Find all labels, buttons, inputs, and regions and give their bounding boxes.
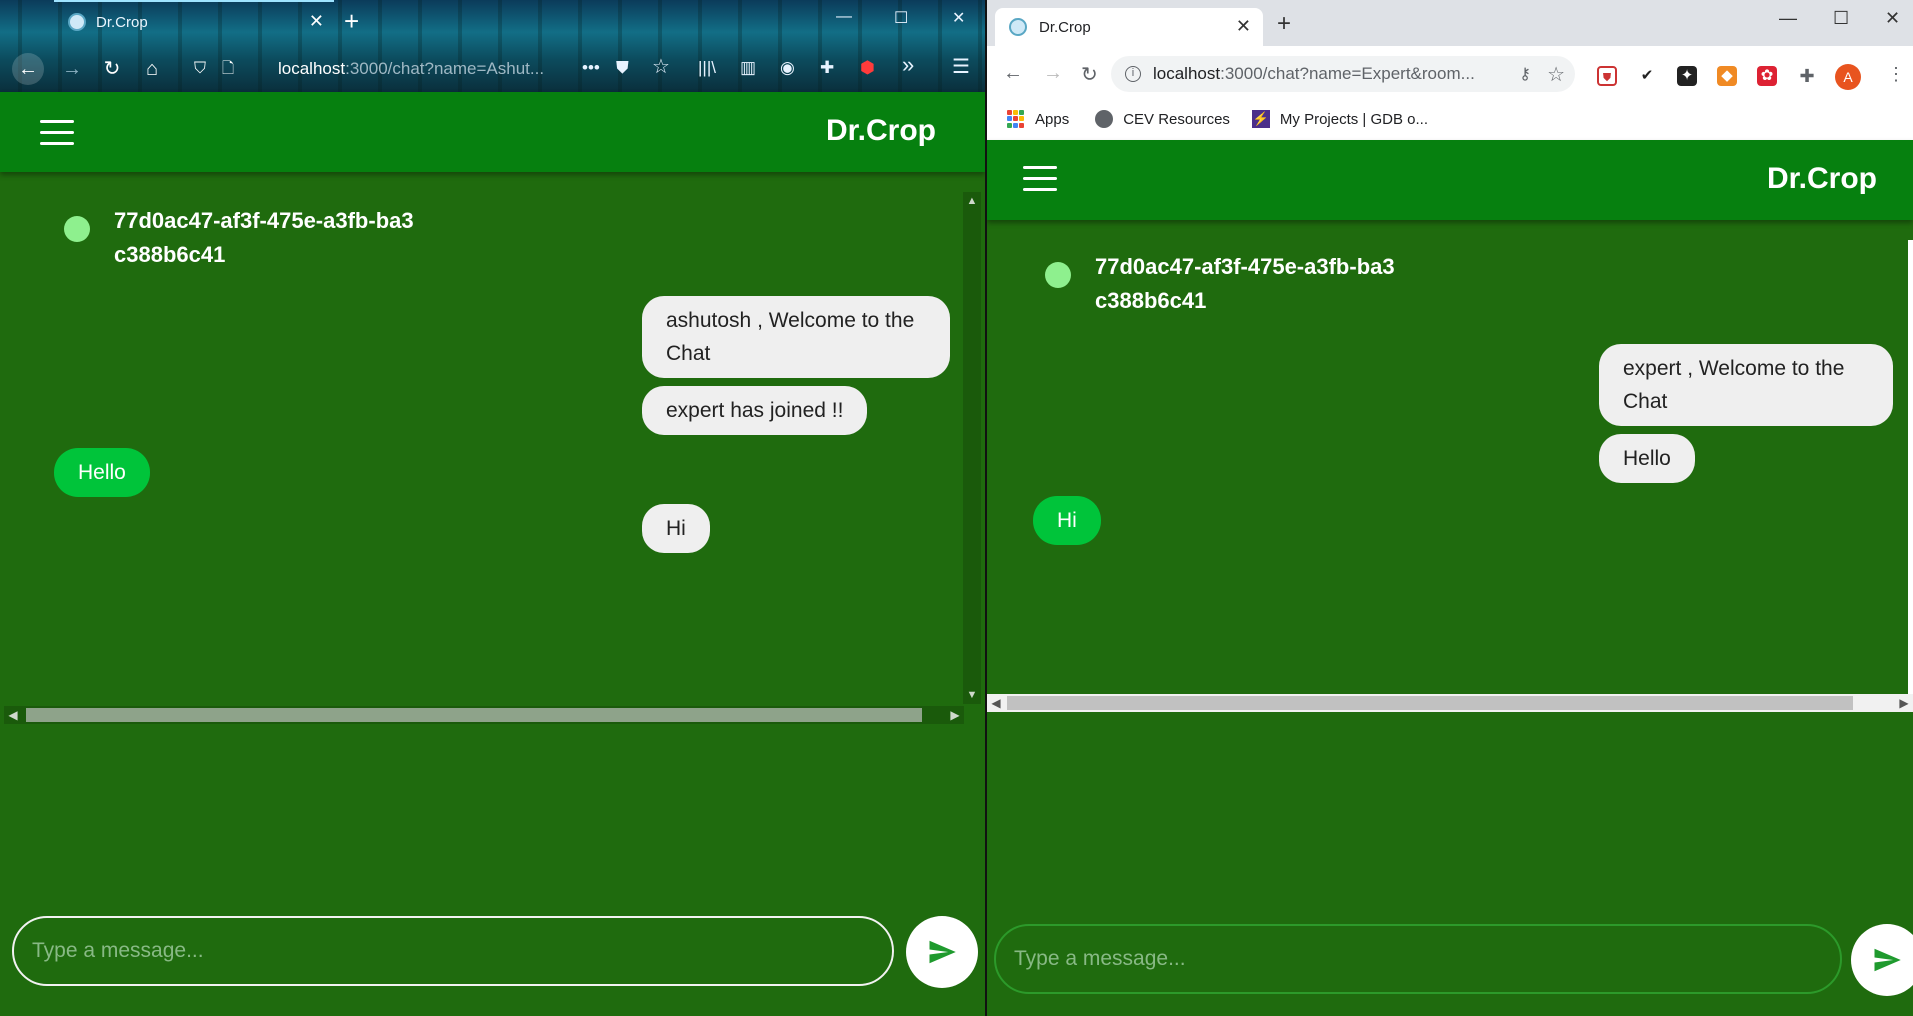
bookmark-apps[interactable]: Apps [1007, 110, 1069, 128]
forward-icon[interactable]: → [1043, 62, 1063, 85]
browser-tab[interactable]: Dr.Crop ✕ [54, 0, 334, 42]
extensions-puzzle-icon[interactable]: ✚ [1797, 66, 1817, 86]
key-icon[interactable]: ⚷ [1519, 64, 1531, 84]
favicon-icon [68, 13, 86, 31]
scroll-left-icon[interactable]: ◀ [987, 694, 1005, 712]
horizontal-scrollbar[interactable]: ◀ ▶ [4, 706, 964, 724]
scroll-up-icon[interactable]: ▲ [963, 192, 981, 210]
overflow-menu-icon[interactable]: » [902, 52, 914, 78]
address-bar[interactable]: i localhost:3000/chat?name=Expert&room..… [1111, 56, 1575, 92]
browser-tab[interactable]: Dr.Crop ✕ [995, 8, 1263, 46]
menu-icon[interactable] [40, 120, 74, 146]
pocket-icon[interactable]: ⛊ [616, 58, 629, 78]
scroll-left-icon[interactable]: ◀ [4, 706, 22, 724]
site-info-icon[interactable]: i [1125, 66, 1141, 82]
message-bubble-sent: Hi [642, 504, 710, 553]
navigation-bar: ← → ↻ i localhost:3000/chat?name=Expert&… [987, 54, 1913, 98]
shield-icon[interactable]: ⛉ [184, 53, 216, 85]
chrome-window: Dr.Crop ✕ + — ☐ ✕ ← → ↻ i localhost:3000… [987, 0, 1913, 1016]
new-tab-button[interactable]: + [1277, 10, 1291, 38]
gdb-icon: ⚡ [1251, 110, 1270, 128]
close-window-icon[interactable]: ✕ [1885, 8, 1900, 29]
tab-title: Dr.Crop [96, 13, 148, 31]
tab-strip: Dr.Crop ✕ + — ☐ ✕ [987, 0, 1913, 46]
minimize-icon[interactable]: — [836, 8, 852, 26]
tab-title: Dr.Crop [1039, 18, 1091, 36]
brand-title: Dr.Crop [826, 114, 937, 147]
send-button[interactable] [906, 916, 978, 988]
room-id: 77d0ac47-af3f-475e-a3fb-ba3c388b6c41 [114, 208, 414, 267]
page-actions-icon[interactable]: ••• [582, 58, 600, 78]
sidebar-icon[interactable]: ▥ [740, 58, 756, 78]
online-status-dot [1045, 262, 1071, 288]
send-icon [929, 940, 956, 964]
room-id: 77d0ac47-af3f-475e-a3fb-ba3c388b6c41 [1095, 254, 1395, 313]
address-bar[interactable]: localhost:3000/chat?name=Ashut... [278, 56, 608, 82]
avatar[interactable]: A [1835, 64, 1861, 90]
close-tab-icon[interactable]: ✕ [1236, 16, 1251, 37]
back-icon[interactable]: ← [12, 53, 44, 85]
send-button[interactable] [1851, 924, 1913, 996]
maximize-icon[interactable]: ☐ [1833, 8, 1849, 29]
forward-icon[interactable]: → [56, 53, 88, 85]
vertical-scrollbar-edge[interactable] [1908, 240, 1913, 694]
firefox-toolbar: Dr.Crop ✕ + — ☐ ✕ ← → ↻ ⌂ ⛉ 🗋 localhost:… [0, 0, 985, 92]
new-tab-button[interactable]: + [344, 6, 359, 37]
globe-icon [1095, 110, 1114, 128]
reload-icon[interactable]: ↻ [1081, 62, 1098, 87]
red-extension-icon[interactable]: ✿ [1757, 66, 1777, 86]
horizontal-scrollbar[interactable]: ◀ ▶ [987, 694, 1913, 712]
apps-grid-icon [1007, 110, 1025, 128]
page-info-icon[interactable]: 🗋 [218, 53, 238, 85]
message-bubble-sent: expert has joined !! [642, 386, 868, 435]
message-bubble-sent: ashutosh , Welcome to the Chat [642, 296, 950, 378]
message-bubble-received: Hi [1033, 496, 1101, 545]
message-input[interactable] [12, 916, 894, 986]
room-header: 77d0ac47-af3f-475e-a3fb-ba3c388b6c41 [1045, 250, 1395, 318]
chrome-toolbar: Dr.Crop ✕ + — ☐ ✕ ← → ↻ i localhost:3000… [987, 0, 1913, 140]
bookmarks-bar: Apps CEV Resources ⚡ My Projects | GDB o… [987, 102, 1913, 136]
home-icon[interactable]: ⌂ [136, 53, 168, 85]
bat-extension-icon[interactable]: ✦ [1677, 66, 1697, 86]
maximize-icon[interactable]: ☐ [894, 8, 908, 28]
menu-icon[interactable] [1023, 166, 1057, 192]
scroll-right-icon[interactable]: ▶ [1895, 694, 1913, 712]
scrollbar-thumb[interactable] [1007, 696, 1853, 710]
message-bubble-received: Hello [54, 448, 150, 497]
back-icon[interactable]: ← [1003, 62, 1023, 85]
extension-icon[interactable]: ✚ [820, 58, 834, 78]
kebab-menu-icon[interactable]: ⋮ [1887, 64, 1905, 85]
app-header: Dr.Crop [987, 140, 1913, 220]
vertical-scrollbar[interactable]: ▲ ▼ [963, 192, 981, 704]
firefox-window: Dr.Crop ✕ + — ☐ ✕ ← → ↻ ⌂ ⛉ 🗋 localhost:… [0, 0, 985, 1016]
scroll-right-icon[interactable]: ▶ [946, 706, 964, 724]
room-header: 77d0ac47-af3f-475e-a3fb-ba3c388b6c41 [64, 204, 414, 272]
close-tab-icon[interactable]: ✕ [309, 11, 324, 32]
message-input[interactable] [994, 924, 1842, 994]
bookmark-star-icon[interactable]: ☆ [652, 54, 670, 79]
account-icon[interactable]: ◉ [780, 58, 795, 78]
online-status-dot [64, 216, 90, 242]
message-bubble-sent: expert , Welcome to the Chat [1599, 344, 1893, 426]
navigation-bar: ← → ↻ ⌂ ⛉ 🗋 localhost:3000/chat?name=Ash… [0, 50, 985, 88]
bookmark-star-icon[interactable]: ☆ [1547, 62, 1565, 87]
message-bubble-sent: Hello [1599, 434, 1695, 483]
hamburger-menu-icon[interactable]: ☰ [952, 54, 970, 79]
bookmark-my-projects[interactable]: ⚡ My Projects | GDB o... [1251, 110, 1428, 128]
library-icon[interactable]: |||\ [698, 58, 716, 78]
close-window-icon[interactable]: ✕ [952, 8, 965, 28]
adblock-icon[interactable]: ⬢ [860, 58, 875, 78]
favicon-icon [1009, 18, 1027, 36]
send-icon [1874, 948, 1901, 972]
metamask-icon[interactable]: ◆ [1717, 66, 1737, 86]
brand-title: Dr.Crop [1767, 162, 1878, 195]
scrollbar-thumb[interactable] [26, 708, 922, 722]
checkmark-extension-icon[interactable]: ✔ [1637, 66, 1657, 86]
app-header: Dr.Crop [0, 92, 985, 172]
reload-icon[interactable]: ↻ [96, 53, 128, 85]
scroll-down-icon[interactable]: ▼ [963, 686, 981, 704]
minimize-icon[interactable]: — [1779, 8, 1797, 29]
bookmark-cev-resources[interactable]: CEV Resources [1095, 110, 1230, 128]
pocket-extension-icon[interactable]: ⛊ [1597, 66, 1617, 86]
